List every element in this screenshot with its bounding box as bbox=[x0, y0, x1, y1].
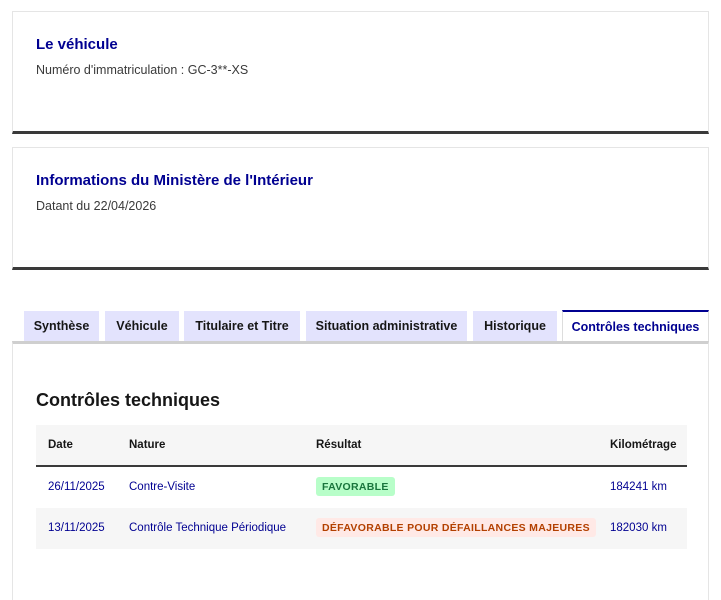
data-date: Datant du 22/04/2026 bbox=[36, 199, 157, 213]
vehicle-card-title: Le véhicule bbox=[36, 36, 118, 53]
row-date: 13/11/2025 bbox=[48, 522, 105, 534]
vehicle-card: Le véhicule Numéro d'immatriculation : G… bbox=[12, 11, 709, 134]
tab-vehicule[interactable]: Véhicule bbox=[105, 311, 179, 341]
tab-situation-administrative[interactable]: Situation administrative bbox=[306, 311, 467, 341]
column-header-date: Date bbox=[48, 439, 73, 451]
tab-controles-techniques[interactable]: Contrôles techniques bbox=[562, 310, 709, 342]
table-header: Date Nature Résultat Kilométrage bbox=[36, 425, 687, 467]
row-nature: Contrôle Technique Périodique bbox=[129, 522, 287, 534]
row-date: 26/11/2025 bbox=[48, 481, 105, 493]
technical-controls-table: Date Nature Résultat Kilométrage 26/11/2… bbox=[36, 425, 687, 549]
status-badge: FAVORABLE bbox=[316, 477, 395, 496]
table-row: 26/11/2025 Contre-Visite FAVORABLE 18424… bbox=[36, 467, 687, 508]
panel-title: Contrôles techniques bbox=[36, 390, 221, 410]
column-header-kilometrage: Kilométrage bbox=[610, 439, 677, 451]
column-header-nature: Nature bbox=[129, 439, 166, 451]
ministry-card: Informations du Ministère de l'Intérieur… bbox=[12, 147, 709, 270]
tab-synthese[interactable]: Synthèse bbox=[24, 311, 99, 341]
tab-panel: Contrôles techniques Date Nature Résulta… bbox=[12, 341, 709, 600]
row-nature: Contre-Visite bbox=[129, 481, 196, 493]
column-header-resultat: Résultat bbox=[316, 439, 362, 451]
plate-number: Numéro d'immatriculation : GC-3**-XS bbox=[36, 63, 249, 77]
table-row: 13/11/2025 Contrôle Technique Périodique… bbox=[36, 508, 687, 549]
tab-historique[interactable]: Historique bbox=[473, 311, 557, 341]
row-kilometrage: 182030 km bbox=[610, 522, 667, 534]
tab-titulaire-titre[interactable]: Titulaire et Titre bbox=[184, 311, 300, 341]
status-badge: DÉFAVORABLE POUR DÉFAILLANCES MAJEURES bbox=[316, 518, 596, 537]
ministry-card-title: Informations du Ministère de l'Intérieur bbox=[36, 172, 313, 189]
row-kilometrage: 184241 km bbox=[610, 481, 667, 493]
